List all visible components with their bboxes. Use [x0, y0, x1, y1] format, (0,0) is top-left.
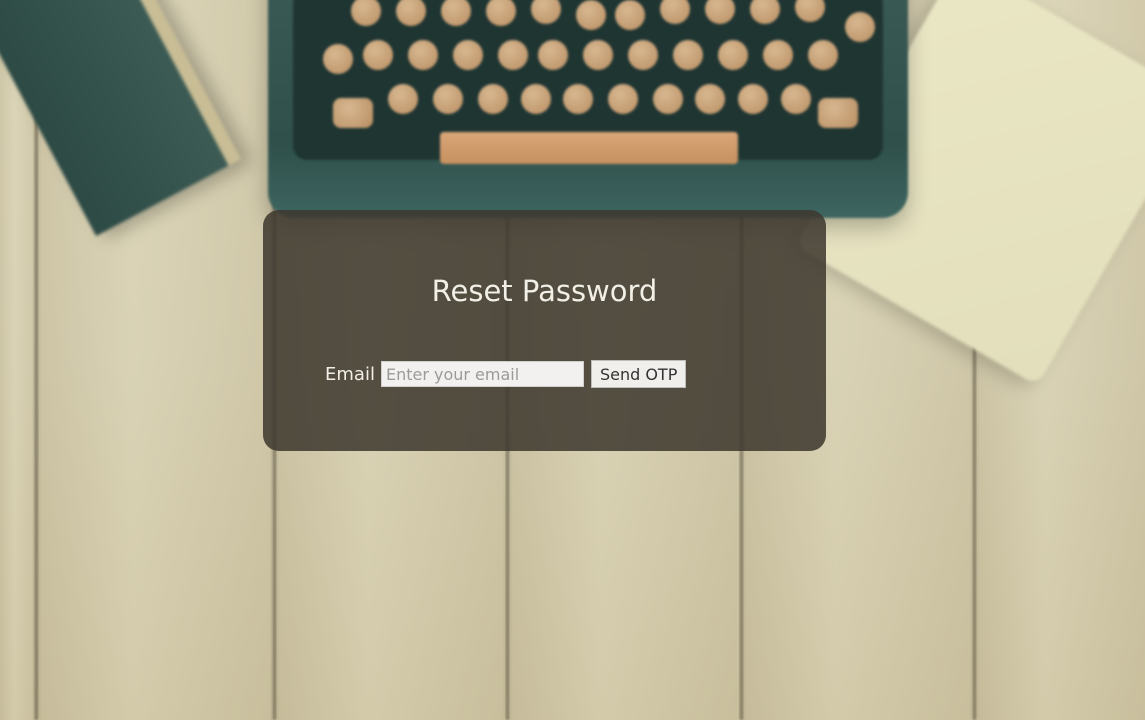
typewriter-key	[583, 40, 613, 70]
typewriter-key	[333, 98, 373, 128]
typewriter-key	[653, 84, 683, 114]
typewriter-spacebar	[440, 132, 738, 164]
typewriter-key	[498, 40, 528, 70]
typewriter-key	[396, 0, 426, 26]
typewriter-key	[433, 84, 463, 114]
typewriter-key	[738, 84, 768, 114]
typewriter-key	[763, 40, 793, 70]
reset-form: Email Send OTP	[325, 360, 687, 388]
typewriter-image	[268, 0, 908, 218]
typewriter-key	[845, 12, 875, 42]
typewriter-key	[388, 84, 418, 114]
page-title: Reset Password	[431, 274, 658, 308]
typewriter-key	[660, 0, 690, 24]
typewriter-key	[486, 0, 516, 26]
typewriter-key	[576, 0, 606, 30]
typewriter-key	[628, 40, 658, 70]
typewriter-key	[441, 0, 471, 26]
typewriter-key	[615, 0, 645, 30]
typewriter-key	[351, 0, 381, 26]
typewriter-key	[521, 84, 551, 114]
typewriter-key	[695, 84, 725, 114]
typewriter-key	[705, 0, 735, 24]
typewriter-key	[478, 84, 508, 114]
typewriter-key	[808, 40, 838, 70]
email-input[interactable]	[380, 361, 584, 387]
typewriter-key	[608, 84, 638, 114]
typewriter-key	[750, 0, 780, 24]
send-otp-button[interactable]: Send OTP	[590, 360, 687, 388]
typewriter-key	[673, 40, 703, 70]
typewriter-key	[538, 40, 568, 70]
typewriter-key	[563, 84, 593, 114]
typewriter-key	[818, 98, 858, 128]
email-label: Email	[325, 363, 375, 385]
reset-password-card: Reset Password Email Send OTP	[263, 210, 826, 451]
typewriter-key	[323, 44, 353, 74]
typewriter-key	[795, 0, 825, 22]
typewriter-key	[453, 40, 483, 70]
typewriter-key	[718, 40, 748, 70]
typewriter-key	[531, 0, 561, 24]
typewriter-key	[363, 40, 393, 70]
typewriter-key	[781, 84, 811, 114]
typewriter-key	[408, 40, 438, 70]
